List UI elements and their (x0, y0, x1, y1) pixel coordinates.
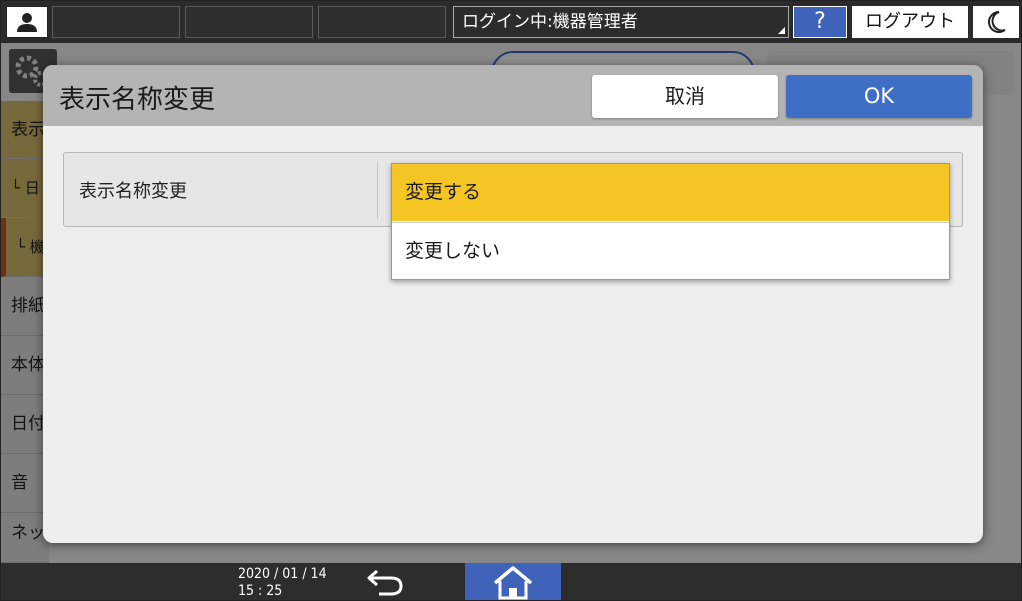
ok-button[interactable]: OK (786, 75, 972, 118)
shortcut-slot-1[interactable] (52, 6, 180, 38)
logout-button[interactable]: ログアウト (852, 6, 968, 38)
cancel-button[interactable]: 取消 (592, 75, 778, 118)
date-time: 2020 / 01 / 14 15 : 25 (238, 566, 327, 600)
user-icon (17, 13, 37, 32)
energy-saver-button[interactable] (973, 6, 1019, 38)
option-no-change[interactable]: 変更しない (392, 222, 949, 279)
top-bar: ログイン中:機器管理者 ? ログアウト (1, 1, 1021, 43)
shortcut-slot-2[interactable] (185, 6, 313, 38)
bottom-bar: 2020 / 01 / 14 15 : 25 (1, 563, 1021, 600)
screen: ログイン中:機器管理者 ? ログアウト 表示 └ 日 └ 機 排紙 本体 日付 (0, 0, 1022, 601)
login-status-text: ログイン中:機器管理者 (462, 12, 638, 32)
home-button[interactable] (465, 563, 561, 600)
dialog-title: 表示名称変更 (59, 85, 216, 115)
corner-triangle-icon (778, 27, 785, 34)
date-text: 2020 / 01 / 14 (238, 566, 327, 582)
setting-label: 表示名称変更 (79, 181, 187, 202)
shortcut-slot-3[interactable] (318, 6, 446, 38)
dialog-header: 表示名称変更 取消 OK (43, 65, 983, 126)
home-icon (493, 566, 533, 600)
back-arrow-icon (367, 569, 403, 596)
login-status[interactable]: ログイン中:機器管理者 (453, 6, 789, 38)
divider (377, 161, 378, 219)
help-button[interactable]: ? (793, 6, 847, 38)
rename-dialog: 表示名称変更 取消 OK 表示名称変更 変更する 変更しない (43, 65, 983, 543)
moon-icon (988, 11, 1006, 33)
option-dropdown[interactable]: 変更する 変更しない (391, 163, 950, 280)
option-change[interactable]: 変更する (392, 164, 949, 221)
back-button[interactable] (361, 565, 411, 600)
time-text: 15 : 25 (238, 583, 283, 599)
user-button[interactable] (6, 6, 48, 38)
